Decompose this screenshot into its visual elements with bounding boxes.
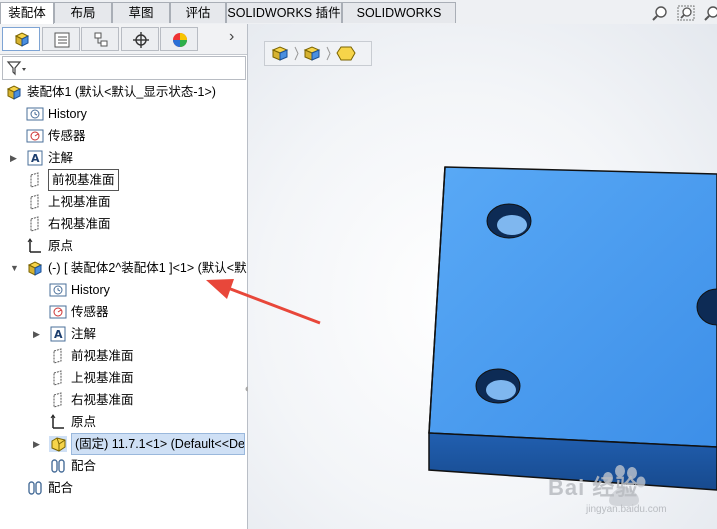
plane-icon — [53, 392, 62, 408]
sensor-icon — [49, 305, 67, 319]
tree-item-label: 上视基准面 — [71, 371, 134, 385]
display-manager-tab[interactable] — [160, 27, 198, 51]
watermark-text: Bai 经验 — [548, 475, 639, 500]
dimxpert-tab[interactable] — [121, 27, 159, 51]
expand-toggle-icon[interactable]: ▶ — [33, 323, 43, 345]
panel-tab-strip: › — [0, 24, 247, 55]
assembly-icon — [6, 85, 22, 100]
tree-item-label: 装配体1 (默认<默认_显示状态-1>) — [27, 85, 216, 99]
tree-item-label: 原点 — [71, 415, 97, 429]
annotation-icon: A — [27, 150, 43, 166]
tree-item-label: History — [71, 283, 110, 297]
tree-item[interactable]: 右视基准面 — [0, 213, 245, 235]
plane-icon — [30, 172, 39, 188]
part-icon — [49, 436, 67, 452]
tree-item-label: 配合 — [71, 459, 97, 473]
subassembly-icon — [27, 261, 43, 276]
expand-toggle-icon[interactable]: ▼ — [10, 257, 20, 279]
tab-evaluate[interactable]: 评估 — [170, 2, 226, 23]
tree-item[interactable]: History — [0, 103, 245, 125]
configuration-manager-tab[interactable] — [81, 27, 119, 51]
panel-tabs-more-chevron-icon[interactable]: › — [229, 28, 234, 46]
zoom-to-area-icon[interactable] — [677, 5, 695, 21]
tree-item[interactable]: 原点 — [0, 235, 245, 257]
filter-icon[interactable] — [6, 59, 28, 77]
tree-item[interactable]: 装配体1 (默认<默认_显示状态-1>) — [0, 81, 245, 103]
expand-toggle-icon[interactable]: ▶ — [33, 433, 43, 455]
tab-assembly[interactable]: 装配体 — [0, 2, 54, 25]
tree-item-label: 原点 — [48, 239, 74, 253]
tree-item-label: 注解 — [71, 327, 97, 341]
display-manager-icon — [173, 33, 187, 47]
property-manager-tab[interactable] — [42, 27, 80, 51]
tree-item[interactable]: 原点 — [0, 411, 245, 433]
zoom-to-fit-icon[interactable] — [651, 5, 669, 21]
feature-manager-icon — [14, 32, 30, 47]
property-manager-icon — [54, 32, 70, 48]
command-manager-tabs: 装配体 布局 草图 评估 SOLIDWORKS 插件 SOLIDWORKS MB… — [0, 0, 717, 41]
tree-item-label: 上视基准面 — [48, 195, 111, 209]
tree-item[interactable]: 上视基准面 — [0, 367, 245, 389]
tree-item[interactable]: 前视基准面 — [0, 169, 245, 191]
history-icon — [49, 283, 67, 297]
sensor-icon — [26, 129, 44, 143]
dimxpert-icon — [133, 32, 149, 48]
tab-sketch[interactable]: 草图 — [112, 2, 170, 23]
tree-item[interactable]: ▶ (固定) 11.7.1<1> (Default<<De — [0, 433, 245, 455]
part-top-face[interactable] — [428, 166, 717, 448]
tree-item[interactable]: ▶ A 注解 — [0, 147, 245, 169]
tree-item-label: 右视基准面 — [71, 393, 134, 407]
plane-icon — [30, 216, 39, 232]
annotation-icon: A — [50, 326, 66, 342]
tree-item[interactable]: 配合 — [0, 477, 245, 499]
mates-icon — [51, 459, 65, 473]
previous-view-icon[interactable] — [703, 5, 717, 21]
feature-manager-tab[interactable] — [2, 27, 40, 51]
plane-icon — [53, 348, 62, 364]
svg-text:A: A — [31, 152, 40, 165]
plane-icon — [30, 194, 39, 210]
expand-toggle-icon[interactable]: ▶ — [10, 147, 20, 169]
tree-filter-bar[interactable] — [2, 56, 246, 80]
tree-item-label: 前视基准面 — [48, 169, 119, 191]
svg-text:A: A — [54, 328, 63, 341]
tab-layout[interactable]: 布局 — [54, 2, 112, 23]
tab-solidworks-addins[interactable]: SOLIDWORKS 插件 — [226, 2, 342, 23]
tree-item-label: 右视基准面 — [48, 217, 111, 231]
watermark-url: jingyan.baidu.com — [586, 504, 667, 515]
tree-item-label: 注解 — [48, 151, 74, 165]
tree-item-label: 前视基准面 — [71, 349, 134, 363]
history-icon — [26, 107, 44, 121]
tree-item-label: 配合 — [48, 481, 74, 495]
plane-icon — [53, 370, 62, 386]
tree-item[interactable]: 传感器 — [0, 125, 245, 147]
origin-icon — [50, 414, 64, 429]
tree-item-label: History — [48, 107, 87, 121]
tree-item-label: 传感器 — [48, 129, 86, 143]
tree-item[interactable]: 右视基准面 — [0, 389, 245, 411]
tree-item-label: 传感器 — [71, 305, 109, 319]
configuration-manager-icon — [94, 32, 108, 47]
mates-icon — [28, 481, 42, 495]
origin-icon — [27, 238, 41, 253]
tab-solidworks-mbd[interactable]: SOLIDWORKS MBD — [342, 2, 456, 41]
tree-item[interactable]: 上视基准面 — [0, 191, 245, 213]
tree-item[interactable]: 前视基准面 — [0, 345, 245, 367]
annotation-arrow-icon — [206, 279, 321, 325]
tree-item-label: (固定) 11.7.1<1> (Default<<De — [71, 433, 245, 455]
tree-item[interactable]: 配合 — [0, 455, 245, 477]
